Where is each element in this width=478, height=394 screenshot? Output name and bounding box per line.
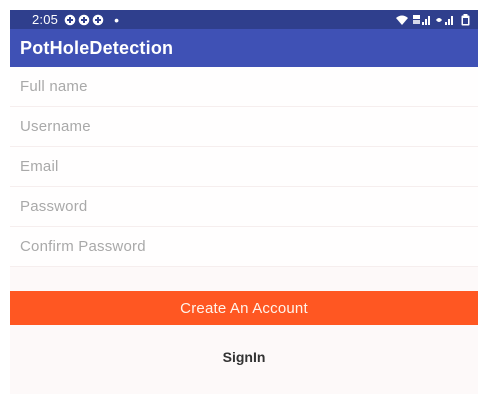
create-account-button[interactable]: Create An Account xyxy=(10,291,478,325)
notification-icons xyxy=(64,14,104,26)
email-field-row xyxy=(10,147,478,187)
status-left: 2:05 • xyxy=(32,12,119,27)
dual-app-icon xyxy=(92,14,104,25)
status-right xyxy=(395,13,470,26)
volte-signal-icon xyxy=(413,14,430,25)
battery-icon xyxy=(461,13,470,25)
signal-icon xyxy=(436,15,453,25)
password-field-row xyxy=(10,187,478,227)
status-bar: 2:05 • xyxy=(10,10,478,29)
signup-form xyxy=(10,67,478,267)
confirm-password-input[interactable] xyxy=(20,238,478,255)
signin-button[interactable]: SignIn xyxy=(10,340,478,374)
username-input[interactable] xyxy=(20,118,478,135)
confirm-password-field-row xyxy=(10,227,478,267)
more-notifications-dot: • xyxy=(114,11,120,28)
app-screen: 2:05 • PotHoleDetection Full name Userna… xyxy=(10,10,478,394)
email-input[interactable] xyxy=(20,158,478,175)
app-bar: PotHoleDetection xyxy=(10,29,478,67)
dual-app-icon xyxy=(78,14,90,25)
username-field-row xyxy=(10,107,478,147)
full-name-field-row xyxy=(10,67,478,107)
app-title: PotHoleDetection xyxy=(20,37,174,58)
password-input[interactable] xyxy=(20,198,478,215)
dual-app-icon xyxy=(64,14,76,25)
status-time: 2:05 xyxy=(32,12,59,27)
full-name-input[interactable] xyxy=(20,78,478,95)
wifi-icon xyxy=(396,15,408,25)
